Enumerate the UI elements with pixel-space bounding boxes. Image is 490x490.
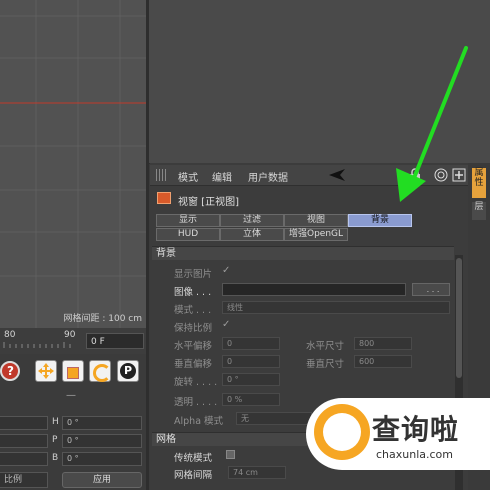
h-size-label: 水平尺寸	[306, 341, 345, 352]
keep-ratio-label: 保持比例	[174, 323, 213, 334]
scrollbar-thumb[interactable]	[456, 258, 462, 378]
show-image-checkbox[interactable]: ✓	[222, 265, 230, 276]
h-offset-label: 水平偏移	[174, 341, 213, 352]
mode-label: 模式 . . .	[174, 305, 212, 316]
p-icon[interactable]: P	[117, 360, 139, 382]
menu-mode[interactable]: 模式	[178, 169, 198, 184]
move-icon[interactable]	[35, 360, 57, 382]
tab-enhanced-opengl[interactable]: 增强OpenGL	[284, 228, 348, 241]
target-icon[interactable]	[434, 168, 448, 182]
alpha-mode-select[interactable]: 无	[236, 412, 312, 425]
scale-mode-select[interactable]: 比例	[0, 472, 48, 488]
legacy-mode-checkbox[interactable]	[226, 450, 235, 459]
scale-icon[interactable]	[62, 360, 84, 382]
v-offset-label: 垂直偏移	[174, 359, 213, 370]
watermark-url: chaxunla.com	[376, 448, 453, 461]
mode-select[interactable]: 线性	[222, 301, 450, 314]
v-offset-field[interactable]: 0	[222, 355, 280, 368]
tab-filter[interactable]: 过滤	[220, 214, 284, 227]
coord-row: H 0 °	[0, 414, 146, 432]
viewport-front[interactable]: 网格间距 : 100 cm	[0, 0, 146, 328]
axis-label: P	[52, 435, 58, 445]
attribute-menubar: 模式 编辑 用户数据	[150, 165, 468, 186]
tick-label: 90	[64, 330, 76, 340]
lock-icon[interactable]	[408, 168, 422, 182]
menu-edit[interactable]: 编辑	[212, 169, 232, 184]
axis-label: H	[52, 417, 59, 427]
coord-left-field[interactable]	[0, 452, 48, 466]
legacy-mode-label: 传统模式	[174, 453, 213, 464]
rotate-label: 旋转 . . . .	[174, 377, 218, 388]
tick-label: 80	[4, 330, 16, 340]
viewport-grid	[0, 0, 146, 328]
section-marker: —	[66, 390, 76, 401]
grid-spacing-label: 网格间隔	[174, 470, 213, 481]
cursor-icon[interactable]	[328, 168, 346, 182]
coord-value-field[interactable]: 0 °	[62, 416, 142, 430]
tab-display[interactable]: 显示	[156, 214, 220, 227]
v-size-label: 垂直尺寸	[306, 359, 345, 370]
viewport-object-icon	[157, 192, 171, 204]
new-icon[interactable]	[452, 168, 466, 182]
v-size-field[interactable]: 600	[354, 355, 412, 368]
coord-row: B 0 °	[0, 450, 146, 468]
transparency-label: 透明 . . . .	[174, 397, 218, 408]
side-tab-attributes[interactable]: 属性	[472, 168, 486, 198]
viewport-secondary[interactable]	[149, 0, 490, 164]
transparency-field[interactable]: 0 %	[222, 393, 280, 406]
tab-hud[interactable]: HUD	[156, 228, 220, 241]
menu-user-data[interactable]: 用户数据	[248, 169, 288, 184]
tab-view[interactable]: 视图	[284, 214, 348, 227]
alpha-mode-label: Alpha 模式	[174, 416, 224, 427]
watermark-text: 查询啦	[372, 413, 460, 446]
help-icon[interactable]: ?	[0, 361, 20, 381]
coord-left-field[interactable]	[0, 416, 48, 430]
coord-header: —	[0, 390, 146, 404]
grid-spacing-label: 网格间距 : 100 cm	[63, 314, 142, 324]
grip-handle[interactable]	[156, 169, 168, 181]
h-size-field[interactable]: 800	[354, 337, 412, 350]
grid-spacing-field[interactable]: 74 cm	[228, 466, 286, 479]
coord-row: P 0 °	[0, 432, 146, 450]
image-label: 图像 . . .	[174, 287, 212, 298]
rotate-field[interactable]: 0 °	[222, 373, 280, 386]
tab-stereo[interactable]: 立体	[220, 228, 284, 241]
image-browse-button[interactable]: . . .	[412, 283, 450, 296]
background-section-header[interactable]: 背景	[152, 246, 454, 260]
image-path-field[interactable]	[222, 283, 406, 296]
side-tab-layers[interactable]: 层	[472, 202, 486, 220]
coord-value-field[interactable]: 0 °	[62, 452, 142, 466]
tab-background[interactable]: 背景	[348, 214, 412, 227]
watermark-logo-inner	[323, 413, 361, 451]
keep-ratio-checkbox[interactable]: ✓	[222, 319, 230, 330]
frame-field[interactable]: 0 F	[86, 333, 144, 349]
rotate-icon[interactable]	[89, 360, 111, 382]
apply-button[interactable]: 应用	[62, 472, 142, 488]
object-title: 视窗 [正视图]	[178, 197, 239, 208]
show-image-label: 显示图片	[174, 269, 213, 280]
coord-left-field[interactable]	[0, 434, 48, 448]
coord-value-field[interactable]: 0 °	[62, 434, 142, 448]
h-offset-field[interactable]: 0	[222, 337, 280, 350]
axis-label: B	[52, 453, 59, 463]
tool-row: ? P	[0, 356, 146, 386]
